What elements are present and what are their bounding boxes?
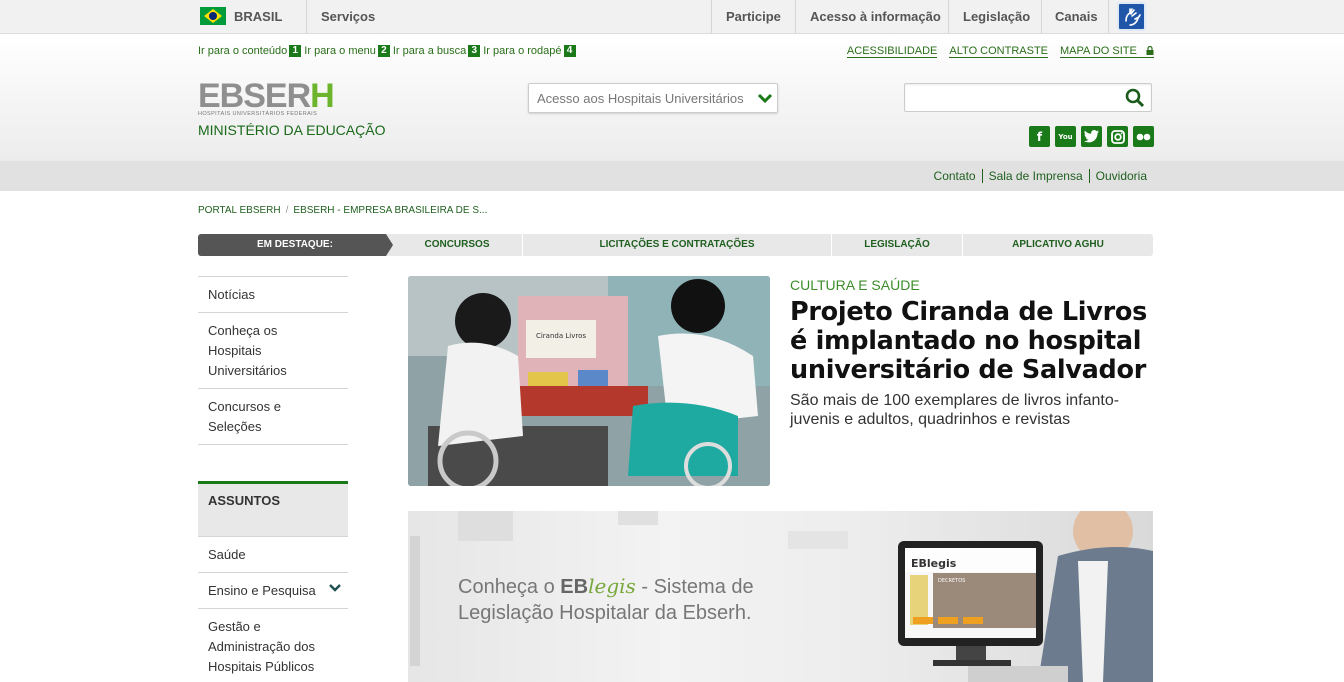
chevron-down-icon[interactable] — [328, 581, 342, 595]
gov-services-link[interactable]: Serviços — [321, 9, 375, 24]
divider — [1108, 0, 1109, 34]
youtube-icon[interactable]: You — [1055, 126, 1076, 147]
chevron-down-icon — [757, 93, 773, 104]
sidebar-item-noticias[interactable]: Notícias — [198, 276, 348, 312]
site-header: Ir para o conteúdo 1 Ir para o menu 2 Ir p… — [0, 35, 1344, 161]
skip-key-badge: 4 — [563, 45, 576, 57]
feature-description: São mais de 100 exemplares de livros inf… — [790, 392, 1120, 428]
divider — [711, 0, 712, 34]
breadcrumb: PORTAL EBSERH / EBSERH - EMPRESA BRASILE… — [198, 205, 487, 216]
sign-language-icon[interactable] — [1117, 2, 1146, 31]
divider — [1041, 0, 1042, 34]
feature-news-image[interactable]: Ciranda Livros — [408, 276, 770, 486]
contact-link[interactable]: Contato — [928, 169, 982, 183]
topics-menu: Saúde Ensino e Pesquisa Gestão e Adminis… — [198, 536, 348, 682]
skip-key-badge: 1 — [289, 45, 302, 57]
logo-wordmark: EBSERH — [198, 77, 385, 115]
banner-text: Conheça o EBlegis - Sistema de Legislaçã… — [458, 573, 754, 626]
banner-eb-text: EB — [560, 576, 589, 598]
feature-title[interactable]: Projeto Ciranda de Livros é implantado n… — [790, 298, 1160, 385]
hospitals-select[interactable]: Acesso aos Hospitais Universitários — [528, 83, 778, 113]
search-box — [904, 83, 1152, 112]
flickr-icon[interactable] — [1133, 126, 1154, 147]
divider — [795, 0, 796, 34]
breadcrumb-item[interactable]: EBSERH - EMPRESA BRASILEIRA DE S... — [293, 205, 487, 216]
search-icon[interactable] — [1125, 88, 1145, 108]
sidebar-item-hospitais[interactable]: Conheça os Hospitais Universitários — [198, 312, 348, 388]
skip-link-footer[interactable]: Ir para o rodapé — [483, 45, 561, 57]
screen-logo: EBlegis — [911, 557, 957, 570]
banner-line-2: Legislação Hospitalar da Ebserh. — [458, 602, 752, 624]
gov-link-legislacao[interactable]: Legislação — [963, 9, 1030, 24]
highlight-item-legislacao[interactable]: LEGISLAÇÃO — [832, 234, 962, 256]
skip-key-badge: 3 — [468, 45, 481, 57]
sidebar-menu: Notícias Conheça os Hospitais Universitá… — [198, 276, 348, 445]
skip-key-badge: 2 — [377, 45, 390, 57]
divider — [948, 0, 949, 34]
search-input[interactable] — [911, 84, 1121, 110]
skip-links: Ir para o conteúdo 1 Ir para o menu 2 Ir p… — [198, 45, 579, 57]
gov-link-canais[interactable]: Canais — [1055, 9, 1098, 24]
skip-link-menu[interactable]: Ir para o menu — [304, 45, 376, 57]
highlight-item-aghu[interactable]: APLICATIVO AGHU — [963, 234, 1153, 256]
gov-link-participe[interactable]: Participe — [726, 9, 781, 24]
topic-item-saude[interactable]: Saúde — [198, 536, 348, 572]
sitemap-label: MAPA DO SITE — [1060, 45, 1137, 57]
banner-line-1: Conheça o EBlegis - Sistema de — [458, 573, 754, 600]
gov-brasil-link[interactable]: BRASIL — [234, 9, 282, 24]
sidebar-item-concursos[interactable]: Concursos e Seleções — [198, 388, 348, 445]
assuntos-section-title: ASSUNTOS — [198, 481, 348, 537]
logo-wordmark-grey: EBSER — [198, 77, 311, 115]
eblegis-banner[interactable]: EBlegis DECRETOS Conheça o EBlegis - Sis… — [408, 511, 1153, 682]
divider — [306, 0, 307, 34]
twitter-icon[interactable] — [1081, 126, 1102, 147]
ebserh-logo[interactable]: EBSERH HOSPITAIS UNIVERSITÁRIOS FEDERAIS… — [198, 77, 386, 138]
highlight-item-concursos[interactable]: CONCURSOS — [393, 234, 521, 256]
banner-text-part: Conheça o — [458, 576, 561, 598]
highlight-label: EM DESTAQUE: — [198, 234, 393, 256]
sitemap-link[interactable]: MAPA DO SITE — [1060, 45, 1154, 58]
facebook-icon[interactable]: f — [1029, 126, 1050, 147]
logo-wordmark-green: H — [310, 77, 335, 115]
skip-link-search[interactable]: Ir para a busca — [393, 45, 466, 57]
accessibility-link[interactable]: ACESSIBILIDADE — [846, 45, 938, 58]
screen-heading: DECRETOS — [938, 578, 965, 584]
press-room-link[interactable]: Sala de Imprensa — [981, 169, 1089, 183]
gov-link-acesso-informacao[interactable]: Acesso à informação — [810, 9, 941, 24]
social-links: f You — [1029, 126, 1154, 147]
service-strip: Contato Sala de Imprensa Ouvidoria — [0, 161, 1344, 191]
ombudsman-link[interactable]: Ouvidoria — [1088, 169, 1153, 183]
banner-legis-text: legis — [588, 574, 636, 598]
breadcrumb-item[interactable]: PORTAL EBSERH — [198, 205, 281, 216]
service-links: Contato Sala de Imprensa Ouvidoria — [928, 169, 1153, 183]
topic-item-gestao[interactable]: Gestão e Administração dos Hospitais Púb… — [198, 608, 348, 682]
lock-icon — [1146, 46, 1154, 55]
hospitals-select-value: Acesso aos Hospitais Universitários — [537, 91, 744, 106]
book-sign-label: Ciranda Livros — [536, 332, 586, 340]
feature-kicker[interactable]: CULTURA E SAÚDE — [790, 277, 920, 293]
ministry-name: MINISTÉRIO DA EDUCAÇÃO — [198, 122, 386, 138]
topic-item-ensino[interactable]: Ensino e Pesquisa — [198, 572, 348, 608]
banner-text-part: - Sistema de — [635, 576, 754, 598]
topic-item-label: Ensino e Pesquisa — [208, 583, 316, 598]
breadcrumb-separator: / — [285, 205, 289, 216]
highlight-item-licitacoes[interactable]: LICITAÇÕES E CONTRATAÇÕES — [523, 234, 831, 256]
highlight-bar: EM DESTAQUE: CONCURSOS LICITAÇÕES E CONT… — [198, 234, 1153, 256]
logo-subtitle: HOSPITAIS UNIVERSITÁRIOS FEDERAIS — [198, 111, 318, 117]
accessibility-links: ACESSIBILIDADE ALTO CONTRASTE MAPA DO SI… — [846, 45, 1154, 58]
brazil-flag-icon — [200, 7, 226, 25]
gov-top-bar: BRASIL Serviços Participe Acesso à infor… — [0, 0, 1344, 34]
skip-link-content[interactable]: Ir para o conteúdo — [198, 45, 287, 57]
instagram-icon[interactable] — [1107, 126, 1128, 147]
high-contrast-link[interactable]: ALTO CONTRASTE — [949, 45, 1049, 58]
